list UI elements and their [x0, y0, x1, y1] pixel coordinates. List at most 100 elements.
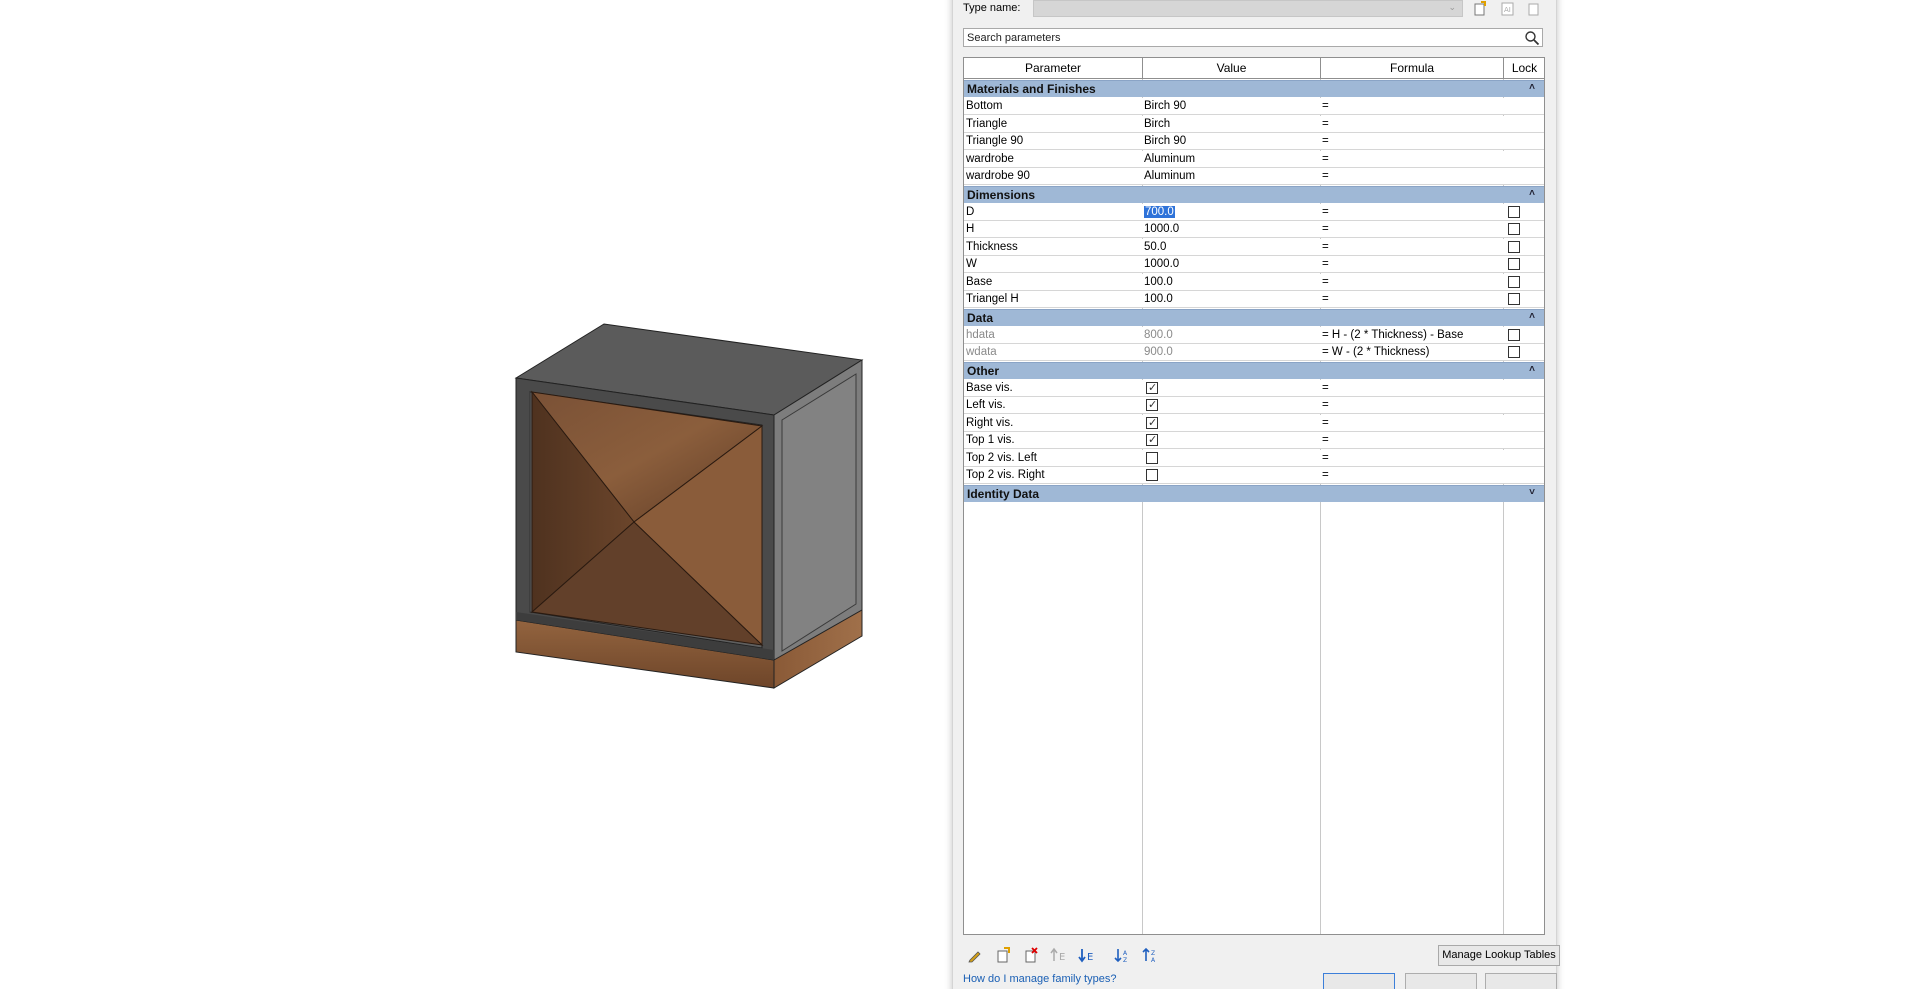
selected-value-text[interactable]: 700.0 [1144, 205, 1175, 218]
sort-descending-icon[interactable]: ZA [1141, 945, 1161, 965]
lock-checkbox[interactable] [1508, 205, 1520, 218]
value-cell[interactable]: 800.0 [1144, 327, 1318, 344]
formula-cell[interactable]: = [1322, 256, 1502, 273]
formula-cell[interactable]: = [1322, 98, 1502, 115]
cancel-button[interactable] [1405, 973, 1477, 989]
type-name-dropdown[interactable]: ⌄ [1033, 0, 1463, 17]
collapse-chevron-icon[interactable]: ˄ [1529, 188, 1535, 199]
value-text[interactable]: 50.0 [1144, 241, 1166, 253]
delete-parameter-icon[interactable] [1021, 945, 1041, 965]
group-header[interactable]: Materials and Finishes ˄ [964, 80, 1544, 97]
value-cell[interactable]: 100.0 [1144, 274, 1318, 291]
parameter-row[interactable]: Thickness 50.0 = [964, 238, 1544, 256]
lock-checkbox[interactable] [1508, 346, 1520, 358]
lock-checkbox[interactable] [1508, 258, 1520, 270]
formula-cell[interactable]: = [1322, 204, 1502, 221]
new-parameter-icon[interactable] [993, 945, 1013, 965]
apply-button[interactable] [1485, 973, 1557, 989]
value-text[interactable]: 900.0 [1144, 346, 1173, 358]
value-text[interactable]: 100.0 [1144, 293, 1173, 305]
formula-cell[interactable]: = [1322, 221, 1502, 238]
checked-checkbox[interactable]: ✓ [1146, 416, 1158, 429]
formula-cell[interactable]: = [1322, 151, 1502, 168]
checked-checkbox[interactable]: ✓ [1146, 434, 1158, 446]
column-header-lock[interactable]: Lock [1504, 58, 1545, 79]
rename-type-icon[interactable]: AI [1499, 0, 1517, 18]
value-text[interactable]: 1000.0 [1144, 258, 1179, 270]
value-text[interactable]: Birch 90 [1144, 100, 1186, 112]
lock-checkbox[interactable] [1508, 275, 1520, 288]
formula-cell[interactable]: = [1322, 274, 1502, 291]
parameter-row[interactable]: Triangle Birch = [964, 115, 1544, 133]
search-input[interactable] [964, 29, 1514, 46]
parameter-row[interactable]: H 1000.0 = [964, 221, 1544, 238]
value-checkbox-cell[interactable]: ✓ [1144, 432, 1318, 449]
group-header[interactable]: Dimensions ˄ [964, 185, 1544, 203]
parameter-row[interactable]: wardrobe Aluminum = [964, 150, 1544, 168]
value-cell[interactable]: Birch 90 [1144, 98, 1318, 115]
parameter-row[interactable]: Left vis. ✓ = [964, 397, 1544, 414]
lock-checkbox[interactable] [1508, 328, 1520, 341]
value-cell[interactable]: 700.0 [1144, 204, 1318, 221]
delete-type-icon[interactable] [1525, 0, 1543, 18]
value-cell[interactable]: 1000.0 [1144, 221, 1318, 238]
sort-ascending-icon[interactable]: AZ [1113, 945, 1133, 965]
lock-checkbox[interactable] [1508, 293, 1520, 305]
value-text[interactable]: Aluminum [1144, 170, 1195, 182]
search-icon[interactable] [1524, 30, 1540, 49]
group-header[interactable]: Data ˄ [964, 308, 1544, 326]
unchecked-checkbox[interactable] [1146, 469, 1158, 481]
value-cell[interactable]: Aluminum [1144, 151, 1318, 168]
checked-checkbox[interactable]: ✓ [1146, 399, 1158, 411]
new-type-icon[interactable] [1471, 0, 1489, 18]
formula-cell[interactable]: = [1322, 450, 1502, 467]
formula-cell[interactable]: = [1322, 432, 1502, 449]
value-cell[interactable]: 1000.0 [1144, 256, 1318, 273]
value-text[interactable]: Birch 90 [1144, 135, 1186, 147]
parameter-row[interactable]: Top 1 vis. ✓ = [964, 432, 1544, 449]
ok-button[interactable] [1323, 973, 1395, 989]
parameter-row[interactable]: W 1000.0 = [964, 256, 1544, 273]
formula-cell[interactable]: = [1322, 415, 1502, 432]
group-header[interactable]: Identity Data ˅ [964, 484, 1544, 502]
value-text[interactable]: Aluminum [1144, 153, 1195, 165]
value-cell[interactable]: 900.0 [1144, 344, 1318, 361]
collapse-chevron-icon[interactable]: ˄ [1529, 82, 1535, 93]
formula-cell[interactable]: = [1322, 380, 1502, 397]
cabinet-model[interactable] [514, 323, 864, 689]
formula-cell[interactable]: = [1322, 397, 1502, 414]
manage-lookup-tables-button[interactable]: Manage Lookup Tables [1438, 945, 1560, 966]
value-checkbox-cell[interactable]: ✓ [1144, 397, 1318, 414]
lock-checkbox[interactable] [1508, 240, 1520, 253]
formula-cell[interactable]: = [1322, 291, 1502, 308]
value-cell[interactable]: 100.0 [1144, 291, 1318, 308]
parameter-row[interactable]: wardrobe 90 Aluminum = [964, 168, 1544, 185]
value-checkbox-cell[interactable] [1144, 450, 1318, 467]
value-checkbox-cell[interactable]: ✓ [1144, 380, 1318, 397]
lock-checkbox[interactable] [1508, 223, 1520, 235]
parameter-row[interactable]: Right vis. ✓ = [964, 414, 1544, 432]
collapse-chevron-icon[interactable]: ˄ [1529, 311, 1535, 322]
collapse-chevron-icon[interactable]: ˄ [1529, 364, 1535, 375]
checked-checkbox[interactable]: ✓ [1146, 381, 1158, 394]
column-header-parameter[interactable]: Parameter [964, 58, 1143, 79]
value-text[interactable]: 1000.0 [1144, 223, 1179, 235]
formula-cell[interactable]: = [1322, 116, 1502, 133]
move-down-icon[interactable]: E [1077, 945, 1097, 965]
parameter-row[interactable]: Base 100.0 = [964, 273, 1544, 291]
value-cell[interactable]: Birch [1144, 116, 1318, 133]
parameter-row[interactable]: Triangle 90 Birch 90 = [964, 133, 1544, 150]
parameter-row[interactable]: Bottom Birch 90 = [964, 98, 1544, 115]
group-header[interactable]: Other ˄ [964, 361, 1544, 379]
parameter-row[interactable]: Top 2 vis. Right = [964, 467, 1544, 484]
formula-cell[interactable]: = [1322, 239, 1502, 256]
value-text[interactable]: Birch [1144, 118, 1170, 130]
formula-cell[interactable]: = [1322, 133, 1502, 150]
edit-parameter-icon[interactable] [965, 945, 985, 965]
parameter-row[interactable]: hdata 800.0 = H - (2 * Thickness) - Base [964, 326, 1544, 344]
parameter-row[interactable]: D 700.0 = [964, 203, 1544, 221]
column-header-formula[interactable]: Formula [1321, 58, 1504, 79]
parameter-row[interactable]: Base vis. ✓ = [964, 379, 1544, 397]
value-text[interactable]: 800.0 [1144, 329, 1173, 341]
parameter-row[interactable]: Triangel H 100.0 = [964, 291, 1544, 308]
